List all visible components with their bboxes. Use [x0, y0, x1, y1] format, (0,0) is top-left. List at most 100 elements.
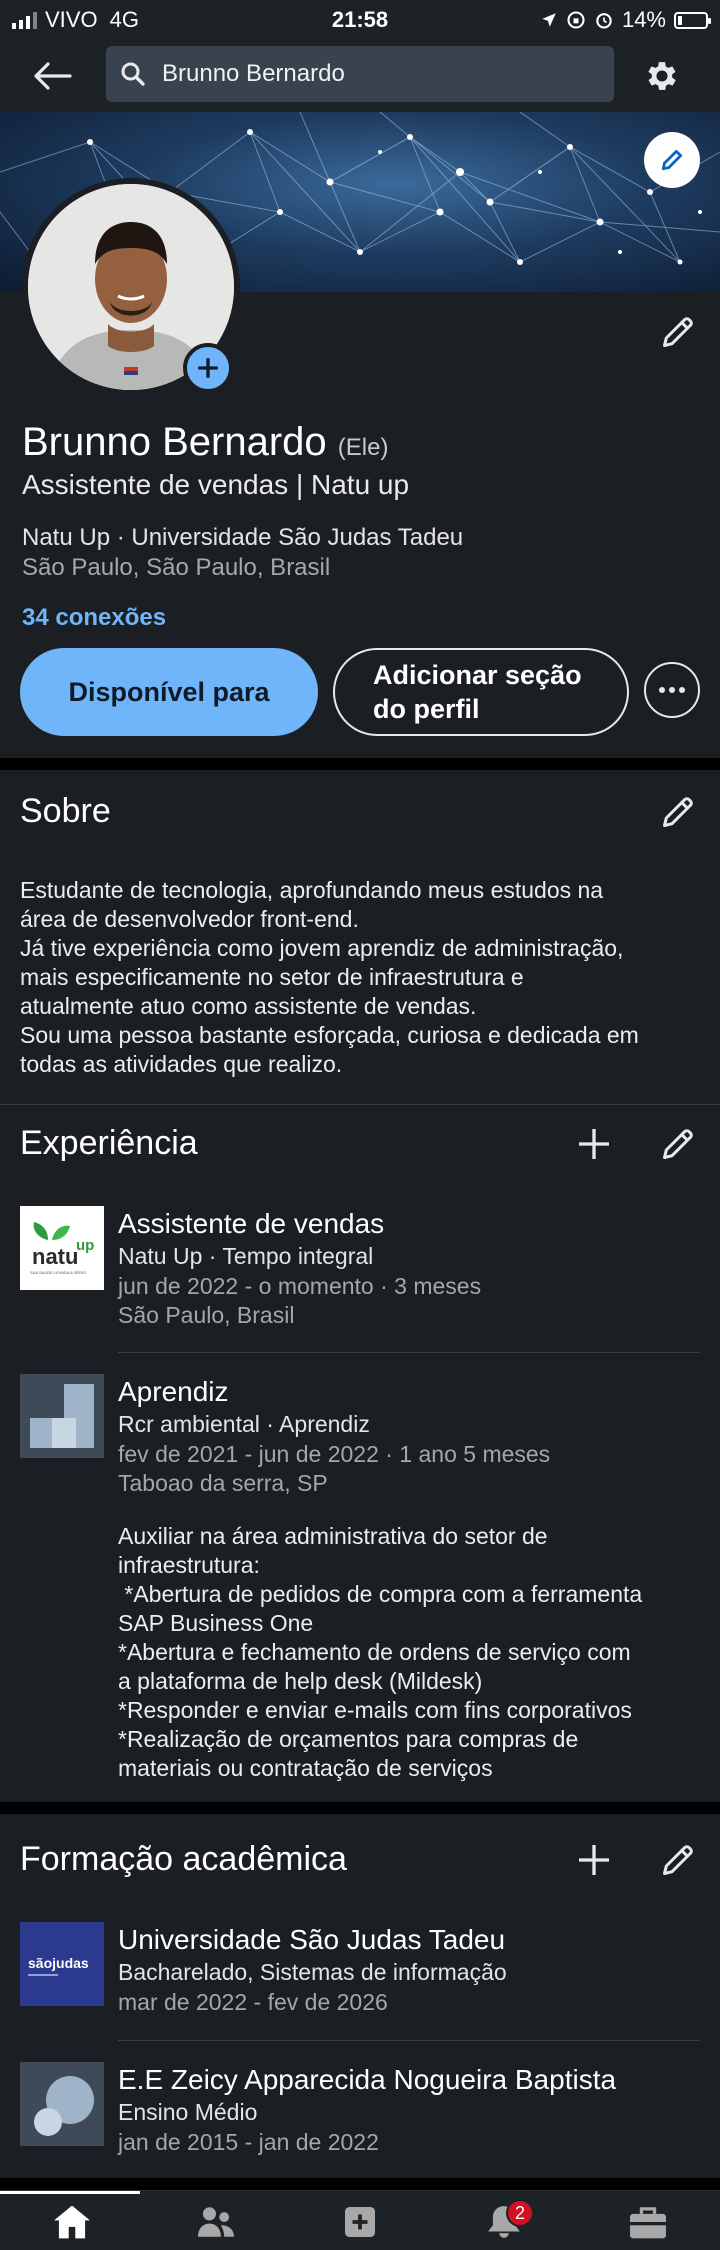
pencil-icon: [661, 149, 683, 171]
ellipsis-icon: [659, 687, 685, 693]
search-value: Brunno Bernardo: [162, 60, 345, 87]
about-line: atualmente atuo como assistente de venda…: [20, 993, 477, 1019]
item-divider: [118, 1352, 700, 1353]
edit-experience-button[interactable]: [654, 1120, 702, 1168]
description-line: infraestrutura:: [118, 1552, 260, 1578]
experience-location-2: Taboao da serra, SP: [118, 1470, 328, 1496]
battery-percent: 14%: [621, 7, 666, 32]
add-post-icon: [345, 2207, 375, 2237]
bottom-nav: 2: [0, 2190, 720, 2250]
pencil-icon: [663, 1129, 693, 1159]
top-bar: Brunno Bernardo: [0, 40, 720, 112]
nav-network[interactable]: [144, 2197, 288, 2247]
active-tab-indicator: [0, 2191, 140, 2194]
profile-location: São Paulo, São Paulo, Brasil: [22, 554, 331, 581]
status-bar: VIVO 4G 21:58 14%: [0, 0, 720, 40]
plus-icon: [579, 1129, 609, 1159]
nav-jobs[interactable]: [576, 2197, 720, 2247]
notification-badge: 2: [506, 2199, 534, 2227]
add-profile-section-button[interactable]: Adicionar seção do perfil: [333, 648, 629, 736]
name-text: Brunno Bernardo: [22, 420, 327, 464]
back-button[interactable]: [30, 54, 74, 98]
about-line: Já tive experiência como jovem aprendiz …: [20, 935, 624, 961]
school-placeholder-logo[interactable]: [20, 2062, 104, 2146]
people-icon: [198, 2207, 234, 2237]
about-text: Estudante de tecnologia, aprofundando me…: [20, 876, 706, 1079]
pencil-icon: [663, 1845, 693, 1875]
plus-icon: [579, 1845, 609, 1875]
section-divider: [0, 2178, 720, 2190]
description-line: a plataforma de help desk (Mildesk): [118, 1668, 483, 1694]
experience-title: Experiência: [20, 1124, 198, 1162]
edit-about-button[interactable]: [654, 788, 702, 836]
nav-post[interactable]: [288, 2197, 432, 2247]
section-divider: [0, 758, 720, 770]
description-line: SAP Business One: [118, 1610, 314, 1636]
pencil-icon: [663, 317, 693, 347]
experience-dates-2: fev de 2021 - jun de 2022 · 1 ano 5 mese…: [118, 1441, 551, 1467]
logo-tagline: SUA SAÚDE LEVADA A SÉRIO: [30, 1270, 86, 1275]
add-story-button[interactable]: [183, 343, 233, 393]
plus-icon: [198, 358, 218, 378]
experience-title-1[interactable]: Assistente de vendas: [118, 1208, 384, 1240]
experience-description-2: Auxiliar na área administrativa do setor…: [118, 1522, 708, 1783]
description-line: *Responder e enviar e-mails com fins cor…: [118, 1697, 632, 1723]
edit-cover-button[interactable]: [644, 132, 700, 188]
education-title: Formação acadêmica: [20, 1840, 347, 1878]
pronouns: (Ele): [337, 434, 389, 461]
section-divider: [0, 1104, 720, 1105]
education-dates-2: jan de 2015 - jan de 2022: [118, 2129, 379, 2155]
sao-judas-logo[interactable]: sãojudas: [20, 1922, 104, 2006]
about-line: todas as atividades que realizo.: [20, 1051, 343, 1077]
logo-text: natu: [32, 1244, 78, 1269]
description-line: *Abertura de pedidos de compra com a fer…: [118, 1581, 643, 1607]
add-education-button[interactable]: [570, 1836, 618, 1884]
profile-screen: VIVO 4G 21:58 14% Brunno Bernardo Brunno…: [0, 0, 720, 2250]
item-divider: [118, 2040, 700, 2041]
search-input[interactable]: Brunno Bernardo: [106, 46, 614, 102]
about-line: área de desenvolvedor front-end.: [20, 906, 359, 932]
natu-up-logo[interactable]: natu up SUA SAÚDE LEVADA A SÉRIO: [20, 1206, 104, 1290]
experience-company-1: Natu Up · Tempo integral: [118, 1243, 374, 1269]
company-placeholder-logo[interactable]: [20, 1374, 104, 1458]
education-dates-1: mar de 2022 - fev de 2026: [118, 1989, 388, 2015]
edit-intro-button[interactable]: [654, 308, 702, 356]
experience-title-2[interactable]: Aprendiz: [118, 1376, 229, 1408]
education-degree-2: Ensino Médio: [118, 2099, 258, 2125]
arrow-left-icon: [34, 62, 72, 90]
description-line: Auxiliar na área administrativa do setor…: [118, 1523, 548, 1549]
profile-org-line: Natu Up · Universidade São Judas Tadeu: [22, 524, 464, 551]
more-options-button[interactable]: [644, 662, 700, 718]
nav-notifications[interactable]: 2: [432, 2197, 576, 2247]
pencil-icon: [663, 797, 693, 827]
about-line: Sou uma pessoa bastante esforçada, curio…: [20, 1022, 639, 1048]
about-line: mais especificamente no setor de infraes…: [20, 964, 524, 990]
battery-icon: [674, 11, 711, 29]
description-line: materiais ou contratação de serviços: [118, 1755, 493, 1781]
home-icon: [54, 2205, 90, 2239]
education-school-2[interactable]: E.E Zeicy Apparecida Nogueira Baptista: [118, 2064, 616, 2096]
gear-icon: [648, 62, 676, 90]
education-school-1[interactable]: Universidade São Judas Tadeu: [118, 1924, 505, 1956]
description-line: *Abertura e fechamento de ordens de serv…: [118, 1639, 631, 1665]
settings-button[interactable]: [640, 54, 684, 98]
open-to-button[interactable]: Disponível para: [20, 648, 318, 736]
connections-link[interactable]: 34 conexões: [22, 604, 166, 632]
profile-headline: Assistente de vendas | Natu up: [22, 469, 410, 500]
add-experience-button[interactable]: [570, 1120, 618, 1168]
experience-location-1: São Paulo, Brasil: [118, 1302, 295, 1328]
experience-dates-1: jun de 2022 - o momento · 3 meses: [118, 1273, 482, 1299]
description-line: *Realização de orçamentos para compras d…: [118, 1726, 579, 1752]
alarm-icon: [596, 13, 612, 29]
search-icon: [121, 62, 145, 86]
add-section-label-1: Adicionar seção: [373, 660, 582, 690]
profile-name: Brunno Bernardo (Ele): [22, 420, 388, 465]
logo-text: sãojudas: [28, 1955, 89, 1971]
edit-education-button[interactable]: [654, 1836, 702, 1884]
section-divider: [0, 1802, 720, 1814]
logo-text-up: up: [76, 1237, 94, 1254]
location-icon: [542, 13, 556, 27]
briefcase-icon: [630, 2207, 666, 2239]
education-degree-1: Bacharelado, Sistemas de informação: [118, 1959, 507, 1985]
nav-home[interactable]: [0, 2197, 144, 2247]
